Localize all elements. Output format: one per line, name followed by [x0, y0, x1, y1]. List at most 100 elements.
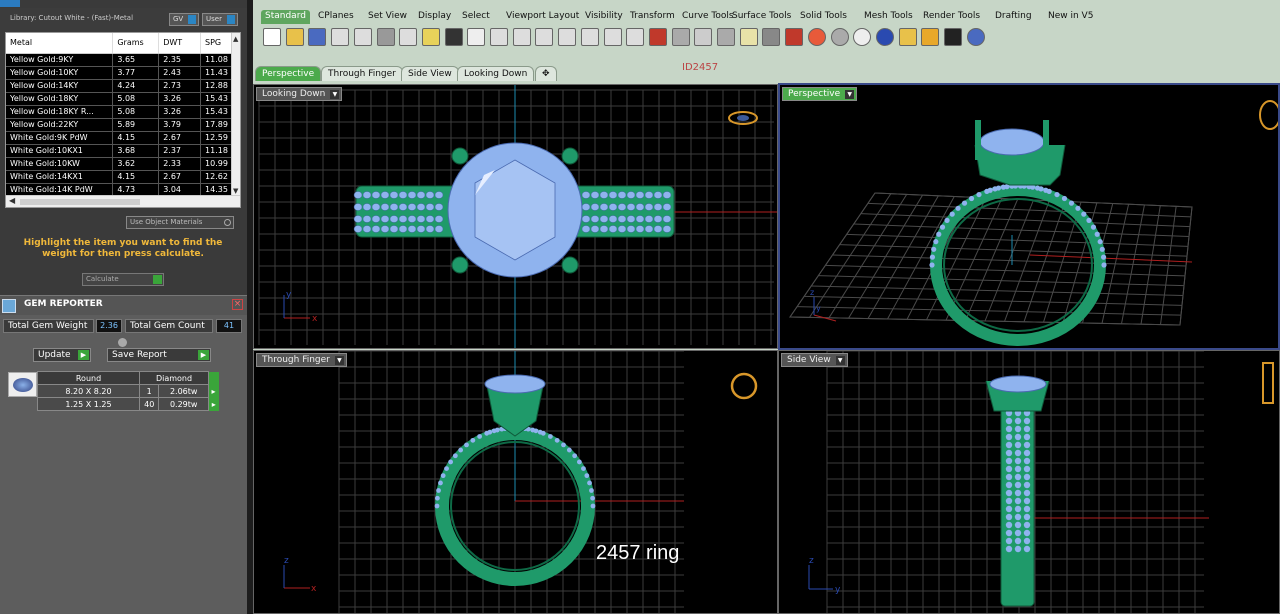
zoom-selected-icon[interactable]: [580, 28, 599, 46]
viewport-tab-looking-down[interactable]: Looking Down: [457, 66, 535, 81]
tab-render-tools[interactable]: Render Tools: [919, 10, 984, 24]
column-header-metal[interactable]: Metal: [6, 33, 114, 54]
table-row[interactable]: White Gold:10KW 3.62 2.33 10.99: [6, 157, 234, 171]
gem-row[interactable]: 1.25 X 1.25 40 0.29tw ▸: [37, 397, 219, 411]
update-button[interactable]: Update ▶: [33, 348, 91, 362]
tab-solid-tools[interactable]: Solid Tools: [796, 10, 851, 24]
table-row[interactable]: Yellow Gold:18KY 5.08 3.26 15.43: [6, 92, 234, 106]
select-gem-icon[interactable]: ▸: [208, 397, 219, 411]
scroll-left-icon[interactable]: ◀: [9, 196, 15, 205]
tab-cplanes[interactable]: CPlanes: [314, 10, 358, 24]
sphere-white-icon[interactable]: [853, 28, 872, 46]
tab-select[interactable]: Select: [458, 10, 494, 24]
column-header-grams[interactable]: Grams: [112, 33, 160, 54]
viewport-perspective[interactable]: z y Perspective ▼: [778, 83, 1280, 350]
tab-standard[interactable]: Standard: [261, 10, 310, 24]
horizontal-scrollbar[interactable]: ◀: [6, 195, 240, 207]
svg-text:x: x: [311, 584, 317, 594]
viewport-side-view[interactable]: z y Side View ▼: [778, 350, 1280, 614]
tab-transform[interactable]: Transform: [626, 10, 679, 24]
paste-icon[interactable]: [421, 28, 440, 46]
table-row[interactable]: White Gold:9K PdW 4.15 2.67 12.59: [6, 131, 234, 145]
tab-viewport-layout[interactable]: Viewport Layout: [502, 10, 583, 24]
tab-surface-tools[interactable]: Surface Tools: [728, 10, 795, 24]
light-icon[interactable]: [739, 28, 758, 46]
lock-icon[interactable]: [762, 28, 781, 46]
four-viewports-icon[interactable]: [626, 28, 645, 46]
tab-mesh-tools[interactable]: Mesh Tools: [860, 10, 917, 24]
car-icon[interactable]: [648, 28, 667, 46]
tab-label: CPlanes: [318, 11, 354, 21]
table-row[interactable]: Yellow Gold:22KY 5.89 3.79 17.89: [6, 118, 234, 132]
close-icon[interactable]: ×: [232, 299, 243, 310]
viewport-through-finger[interactable]: z x Through Finger ▼ 2457 ring: [253, 350, 778, 614]
zoom-in-icon[interactable]: [512, 28, 531, 46]
add-viewport-icon[interactable]: ✥: [535, 66, 557, 81]
viewport-looking-down[interactable]: x y Looking Down ▼: [253, 84, 778, 349]
copy-icon[interactable]: [399, 28, 418, 46]
table-row[interactable]: Yellow Gold:18KY R... 5.08 3.26 15.43: [6, 105, 234, 119]
round-gem-icon: [13, 378, 33, 392]
new-file-icon[interactable]: [263, 28, 281, 46]
points-icon[interactable]: [717, 28, 735, 46]
table-row[interactable]: Yellow Gold:10KY 3.77 2.43 11.43: [6, 66, 234, 80]
dimension-icon[interactable]: [944, 28, 962, 46]
column-header-dwt[interactable]: DWT: [158, 33, 202, 54]
gem-row[interactable]: 8.20 X 8.20 1 2.06tw ▸: [37, 384, 219, 398]
scroll-thumb[interactable]: [20, 199, 140, 205]
splitter-handle[interactable]: [118, 338, 127, 347]
layer-icon[interactable]: [785, 28, 804, 46]
tab-new-in-v5[interactable]: New in V5: [1044, 10, 1097, 24]
help-icon[interactable]: [966, 28, 985, 46]
grid-icon[interactable]: [694, 28, 713, 46]
viewport-title-looking-down[interactable]: Looking Down ▼: [256, 87, 343, 101]
shade-icon[interactable]: [671, 28, 690, 46]
table-row[interactable]: White Gold:10KX1 3.68 2.37 11.18: [6, 144, 234, 158]
select-gem-icon[interactable]: ▸: [208, 384, 219, 398]
tab-drafting[interactable]: Drafting: [991, 10, 1036, 24]
filter-icon[interactable]: [898, 28, 917, 46]
calculate-button[interactable]: Calculate: [82, 273, 164, 286]
color-wheel-icon[interactable]: [807, 28, 826, 46]
viewport-tab-perspective[interactable]: Perspective: [255, 66, 322, 81]
viewport-tab-label: Perspective: [262, 69, 315, 79]
open-folder-icon[interactable]: [285, 28, 304, 46]
import-icon[interactable]: [353, 28, 372, 46]
print-icon[interactable]: [331, 28, 350, 46]
viewport-tab-side-view[interactable]: Side View: [401, 66, 459, 81]
tab-set-view[interactable]: Set View: [364, 10, 411, 24]
pan-icon[interactable]: [467, 28, 486, 46]
viewport-title-label: Looking Down: [262, 89, 326, 99]
toolbar-tabs: Standard CPlanes Set View Display Select View…: [253, 8, 1280, 25]
table-cell: 12.88: [200, 79, 234, 93]
viewport-title-through-finger[interactable]: Through Finger ▼: [256, 353, 347, 367]
table-row[interactable]: White Gold:14KX1 4.15 2.67 12.62: [6, 170, 234, 184]
use-object-materials-toggle[interactable]: Use Object Materials: [126, 216, 234, 229]
save-report-button[interactable]: Save Report ▶: [107, 348, 211, 362]
user-dropdown[interactable]: User: [202, 13, 238, 26]
table-row[interactable]: Yellow Gold:14KY 4.24 2.73 12.88: [6, 79, 234, 93]
zoom-window-icon[interactable]: [535, 28, 554, 46]
undo-icon[interactable]: [444, 28, 463, 46]
gem-thumbnail[interactable]: [8, 372, 37, 397]
vertical-scrollbar[interactable]: ▲ ▼: [231, 33, 240, 197]
viewport-title-perspective[interactable]: Perspective ▼: [782, 87, 858, 101]
move-icon[interactable]: [490, 28, 508, 46]
viewport-title-side-view[interactable]: Side View ▼: [781, 353, 848, 367]
scroll-down-icon[interactable]: ▼: [233, 187, 238, 195]
zoom-extents-icon[interactable]: [558, 28, 577, 46]
viewport-tab-through-finger[interactable]: Through Finger: [321, 66, 403, 81]
rotate-view-icon[interactable]: [603, 28, 622, 46]
column-header-spg[interactable]: SPG: [200, 33, 234, 54]
sphere-blue-icon[interactable]: [875, 28, 894, 46]
table-cell: 5.08: [112, 92, 160, 106]
tab-visibility[interactable]: Visibility: [581, 10, 627, 24]
gear-icon[interactable]: [921, 28, 940, 46]
tab-display[interactable]: Display: [414, 10, 455, 24]
table-row[interactable]: Yellow Gold:9KY 3.65 2.35 11.08: [6, 53, 234, 67]
cut-icon[interactable]: [376, 28, 395, 46]
sphere-grey-icon[interactable]: [830, 28, 849, 46]
save-icon[interactable]: [308, 28, 327, 46]
scroll-up-icon[interactable]: ▲: [233, 35, 238, 43]
gv-dropdown[interactable]: GV: [169, 13, 199, 26]
